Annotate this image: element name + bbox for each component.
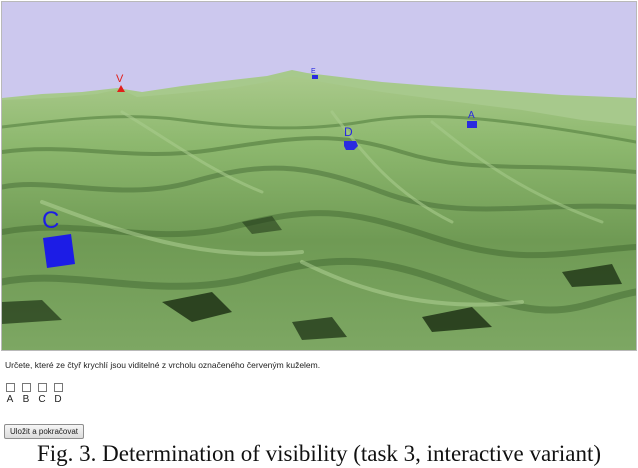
option-c: C — [37, 383, 47, 405]
marker-v-label: V — [116, 73, 124, 85]
save-and-continue-button[interactable]: Uložit a pokračovat — [4, 424, 85, 439]
marker-a-label: A — [468, 110, 475, 121]
task-question: Určete, které ze čtyř krychlí jsou vidit… — [5, 360, 321, 370]
terrain-3d-viewport[interactable]: V E A D C — [1, 1, 637, 351]
answer-options: A B C D — [5, 383, 63, 405]
figure-caption: Fig. 3. Determination of visibility (tas… — [36, 441, 601, 466]
option-b-checkbox[interactable] — [21, 383, 31, 392]
option-c-label: C — [38, 394, 46, 405]
marker-c-label: C — [42, 207, 59, 234]
option-a: A — [5, 383, 15, 405]
option-d-label: D — [54, 394, 62, 405]
option-b: B — [21, 383, 31, 405]
option-c-checkbox[interactable] — [37, 383, 47, 392]
option-d: D — [53, 383, 63, 405]
option-a-label: A — [6, 394, 14, 405]
option-d-checkbox[interactable] — [53, 383, 63, 392]
marker-top-label: E — [311, 68, 316, 75]
option-a-checkbox[interactable] — [5, 383, 15, 392]
option-b-label: B — [22, 394, 30, 405]
marker-d-label: D — [344, 125, 353, 139]
terrain-render[interactable]: V E A D C — [2, 2, 636, 350]
